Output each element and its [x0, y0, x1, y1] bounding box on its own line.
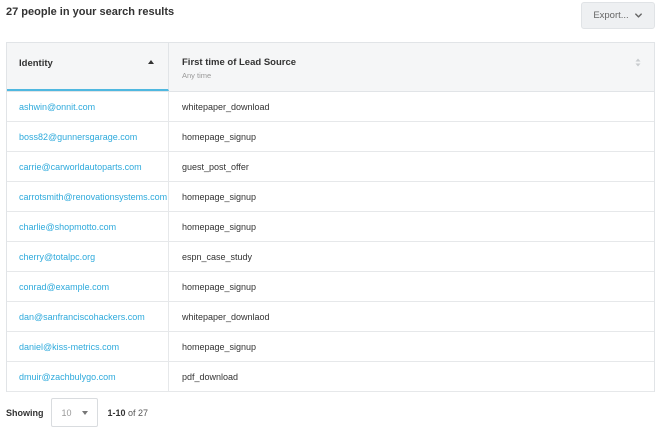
page-range-total: of 27: [128, 407, 149, 418]
lead-source-cell: homepage_signup: [182, 191, 257, 202]
lead-source-cell: homepage_signup: [182, 341, 257, 352]
table-row: carrotsmith@renovationsystems.com homepag…: [7, 182, 654, 212]
sort-unsorted-icon: [635, 58, 641, 67]
column-header-lead-source-sublabel: Any time: [182, 71, 212, 80]
table-row: charlie@shopmotto.com homepage_signup: [7, 212, 654, 242]
sort-ascending-icon: [148, 60, 154, 64]
lead-source-cell: espn_case_study: [182, 251, 253, 262]
identity-link[interactable]: charlie@shopmotto.com: [7, 212, 169, 241]
identity-link[interactable]: conrad@example.com: [7, 272, 169, 301]
column-header-identity-label: Identity: [19, 58, 53, 69]
table-row: boss82@gunnersgarage.com homepage_signup: [7, 122, 654, 152]
per-page-value: 10: [61, 407, 72, 418]
per-page-select[interactable]: 10: [50, 398, 98, 427]
identity-link[interactable]: carrie@carworldautoparts.com: [7, 152, 169, 181]
identity-link[interactable]: dmuir@zachbulygo.com: [7, 362, 169, 391]
lead-source-cell: guest_post_offer: [182, 161, 249, 172]
table-row: daniel@kiss-metrics.com homepage_signup: [7, 332, 654, 362]
people-table: Identity First time of Lead Source Any t…: [6, 42, 655, 392]
lead-source-cell: homepage_signup: [182, 131, 257, 142]
page-range-current: 1-10: [107, 407, 126, 418]
table-row: dmuir@zachbulygo.com pdf_download: [7, 362, 654, 392]
identity-link[interactable]: cherry@totalpc.org: [7, 242, 169, 271]
identity-link[interactable]: carrotsmith@renovationsystems.com: [7, 182, 169, 211]
chevron-down-icon: [634, 13, 642, 18]
identity-link[interactable]: dan@sanfranciscohackers.com: [7, 302, 169, 331]
page-range: 1-10 of 27: [108, 408, 149, 418]
table-body: ashwin@onnit.com whitepaper_download boss8…: [7, 92, 654, 392]
export-label: Export...: [593, 10, 629, 21]
lead-source-cell: whitepaper_download: [182, 101, 270, 112]
identity-link[interactable]: daniel@kiss-metrics.com: [7, 332, 169, 361]
table-row: ashwin@onnit.com whitepaper_download: [7, 92, 654, 122]
lead-source-cell: pdf_download: [182, 371, 239, 382]
showing-label: Showing: [6, 407, 44, 418]
lead-source-cell: homepage_signup: [182, 281, 257, 292]
identity-link[interactable]: boss82@gunnersgarage.com: [7, 122, 169, 151]
column-header-lead-source[interactable]: First time of Lead Source Any time: [169, 43, 654, 91]
pagination: Showing 10 1-10 of 27: [6, 398, 148, 427]
table-row: carrie@carworldautoparts.com guest_post_o…: [7, 152, 654, 182]
results-count: 27 people in your search results: [6, 6, 175, 18]
table-row: dan@sanfranciscohackers.com whitepaper_do…: [7, 302, 654, 332]
lead-source-cell: whitepaper_downlaod: [182, 311, 270, 322]
table-header: Identity First time of Lead Source Any t…: [7, 43, 654, 92]
table-row: cherry@totalpc.org espn_case_study: [7, 242, 654, 272]
export-button[interactable]: Export...: [581, 2, 655, 29]
column-header-lead-source-label: First time of Lead Source: [182, 57, 297, 68]
identity-link[interactable]: ashwin@onnit.com: [7, 92, 169, 121]
caret-down-icon: [81, 411, 88, 415]
lead-source-cell: homepage_signup: [182, 221, 257, 232]
table-row: conrad@example.com homepage_signup: [7, 272, 654, 302]
column-header-identity[interactable]: Identity: [7, 43, 169, 91]
